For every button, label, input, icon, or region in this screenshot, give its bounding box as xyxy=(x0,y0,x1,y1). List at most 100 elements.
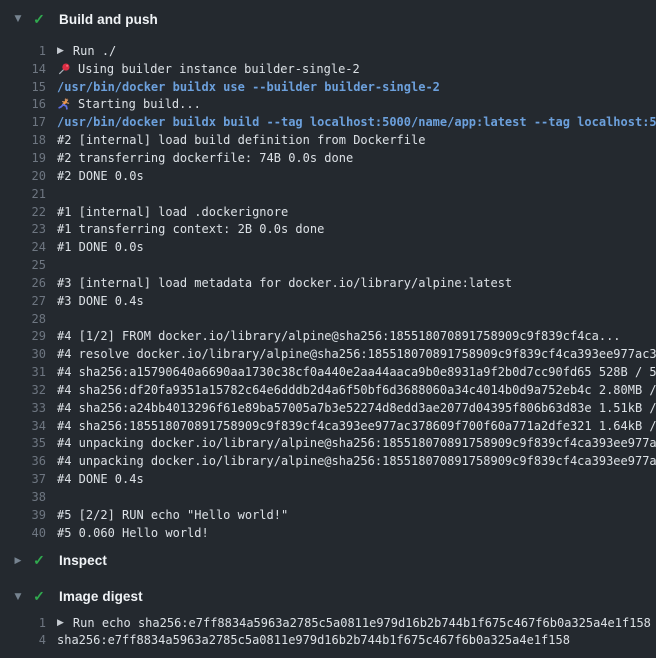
line-text: #4 unpacking docker.io/library/alpine@sh… xyxy=(57,436,656,450)
line-number[interactable]: 17 xyxy=(0,115,46,129)
line-number[interactable]: 1 xyxy=(0,44,46,58)
section-title: Inspect xyxy=(59,553,107,568)
section-lines: 1 ▶ Run ./ 14 Using builder instance buil… xyxy=(0,30,656,542)
line-text: sha256:e7ff8834a5963a2785c5a0811e979d16b… xyxy=(57,633,570,647)
line-number[interactable]: 22 xyxy=(0,205,46,219)
line-text: /usr/bin/docker buildx use --builder bui… xyxy=(57,80,440,94)
line-text: #4 sha256:185518070891758909c9f839cf4ca3… xyxy=(57,419,656,433)
log-section-inspect: ▶ ✓ Inspect xyxy=(0,550,656,572)
line-number[interactable]: 36 xyxy=(0,454,46,468)
line-text: Run echo sha256:e7ff8834a5963a2785c5a081… xyxy=(73,616,651,630)
line-number[interactable]: 24 xyxy=(0,240,46,254)
line-number[interactable]: 37 xyxy=(0,472,46,486)
line-content: /usr/bin/docker buildx use --builder bui… xyxy=(57,80,656,94)
line-content: #4 sha256:a24bb4013296f61e89ba57005a7b3e… xyxy=(57,401,656,415)
line-content: #2 transferring dockerfile: 74B 0.0s don… xyxy=(57,151,656,165)
line-number[interactable]: 39 xyxy=(0,508,46,522)
log-line: 35 #4 unpacking docker.io/library/alpine… xyxy=(0,435,656,453)
log-line: 29 #4 [1/2] FROM docker.io/library/alpin… xyxy=(0,328,656,346)
line-number[interactable]: 28 xyxy=(0,312,46,326)
log-line: 33 #4 sha256:a24bb4013296f61e89ba57005a7… xyxy=(0,399,656,417)
log-line: 30 #4 resolve docker.io/library/alpine@s… xyxy=(0,345,656,363)
line-number[interactable]: 38 xyxy=(0,490,46,504)
line-text: #2 transferring dockerfile: 74B 0.0s don… xyxy=(57,151,353,165)
line-number[interactable]: 18 xyxy=(0,133,46,147)
line-number[interactable]: 30 xyxy=(0,347,46,361)
line-number[interactable]: 35 xyxy=(0,436,46,450)
log-line: 21 xyxy=(0,185,656,203)
line-text: #3 [internal] load metadata for docker.i… xyxy=(57,276,512,290)
chevron-icon[interactable]: ▼ xyxy=(13,592,23,602)
line-number[interactable]: 33 xyxy=(0,401,46,415)
line-number[interactable]: 23 xyxy=(0,222,46,236)
log-line: 36 #4 unpacking docker.io/library/alpine… xyxy=(0,452,656,470)
line-content: #4 DONE 0.4s xyxy=(57,472,656,486)
line-number[interactable]: 27 xyxy=(0,294,46,308)
line-text: /usr/bin/docker buildx build --tag local… xyxy=(57,115,656,129)
line-number[interactable]: 31 xyxy=(0,365,46,379)
line-number[interactable]: 1 xyxy=(0,616,46,630)
line-text: #4 resolve docker.io/library/alpine@sha2… xyxy=(57,347,656,361)
line-number[interactable]: 40 xyxy=(0,526,46,540)
line-number[interactable]: 4 xyxy=(0,633,46,647)
line-number[interactable]: 29 xyxy=(0,329,46,343)
line-text: #3 DONE 0.4s xyxy=(57,294,144,308)
line-content: sha256:e7ff8834a5963a2785c5a0811e979d16b… xyxy=(57,633,656,647)
line-number[interactable]: 15 xyxy=(0,80,46,94)
line-content: ▶ Run echo sha256:e7ff8834a5963a2785c5a08… xyxy=(57,616,656,630)
log-line: 20 #2 DONE 0.0s xyxy=(0,167,656,185)
log-line: 15 /usr/bin/docker buildx use --builder … xyxy=(0,78,656,96)
section-header[interactable]: ▼ ✓ Build and push xyxy=(0,8,656,30)
line-text: Starting build... xyxy=(78,97,201,111)
line-text: #4 sha256:df20fa9351a15782c64e6dddb2d4a6… xyxy=(57,383,656,397)
log-line: 37 #4 DONE 0.4s xyxy=(0,470,656,488)
line-number[interactable]: 32 xyxy=(0,383,46,397)
line-content: Starting build... xyxy=(57,97,656,111)
line-content: #3 DONE 0.4s xyxy=(57,294,656,308)
line-number[interactable]: 20 xyxy=(0,169,46,183)
line-text: #4 [1/2] FROM docker.io/library/alpine@s… xyxy=(57,329,621,343)
runner-icon xyxy=(57,97,71,111)
log-line: 1 ▶ Run ./ xyxy=(0,42,656,60)
log-line: 39 #5 [2/2] RUN echo "Hello world!" xyxy=(0,506,656,524)
line-text: #1 [internal] load .dockerignore xyxy=(57,205,288,219)
log-line: 26 #3 [internal] load metadata for docke… xyxy=(0,274,656,292)
line-content: #4 unpacking docker.io/library/alpine@sh… xyxy=(57,436,656,450)
line-text: #2 DONE 0.0s xyxy=(57,169,144,183)
log-line: 25 xyxy=(0,256,656,274)
section-title: Image digest xyxy=(59,589,143,604)
log-line: 16 Starting build... xyxy=(0,96,656,114)
line-number[interactable]: 25 xyxy=(0,258,46,272)
pushpin-icon xyxy=(57,62,71,76)
line-content: #5 [2/2] RUN echo "Hello world!" xyxy=(57,508,656,522)
line-content: /usr/bin/docker buildx build --tag local… xyxy=(57,115,656,129)
section-title: Build and push xyxy=(59,12,158,27)
section-header[interactable]: ▶ ✓ Inspect xyxy=(0,550,656,572)
line-number[interactable]: 21 xyxy=(0,187,46,201)
line-content: #1 [internal] load .dockerignore xyxy=(57,205,656,219)
line-text: Run ./ xyxy=(73,44,116,58)
line-number[interactable]: 19 xyxy=(0,151,46,165)
log-line: 32 #4 sha256:df20fa9351a15782c64e6dddb2d… xyxy=(0,381,656,399)
line-number[interactable]: 16 xyxy=(0,97,46,111)
line-number[interactable]: 34 xyxy=(0,419,46,433)
chevron-icon[interactable]: ▼ xyxy=(13,14,23,24)
line-content: Using builder instance builder-single-2 xyxy=(57,62,656,76)
section-header[interactable]: ▼ ✓ Image digest xyxy=(0,586,656,608)
check-icon: ✓ xyxy=(32,11,46,28)
line-text: #1 DONE 0.0s xyxy=(57,240,144,254)
section-lines: 1 ▶ Run echo sha256:e7ff8834a5963a2785c5a… xyxy=(0,608,656,650)
log-line: 40 #5 0.060 Hello world! xyxy=(0,524,656,542)
chevron-icon[interactable]: ▶ xyxy=(13,556,23,566)
line-text: #4 sha256:a15790640a6690aa1730c38cf0a440… xyxy=(57,365,656,379)
play-icon[interactable]: ▶ xyxy=(57,618,64,628)
line-text: #1 transferring context: 2B 0.0s done xyxy=(57,222,324,236)
log-line: 31 #4 sha256:a15790640a6690aa1730c38cf0a… xyxy=(0,363,656,381)
line-number[interactable]: 14 xyxy=(0,62,46,76)
log-line: 18 #2 [internal] load build definition f… xyxy=(0,131,656,149)
log-sections: ▼ ✓ Build and push 1 ▶Run ./ 14 Using bu… xyxy=(0,8,656,649)
line-text: #5 [2/2] RUN echo "Hello world!" xyxy=(57,508,288,522)
line-number[interactable]: 26 xyxy=(0,276,46,290)
log-line: 24 #1 DONE 0.0s xyxy=(0,238,656,256)
play-icon[interactable]: ▶ xyxy=(57,46,64,56)
